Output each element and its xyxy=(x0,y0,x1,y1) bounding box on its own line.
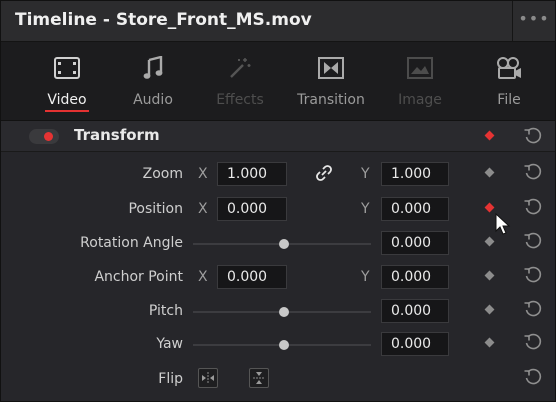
tab-label: Audio xyxy=(133,92,173,108)
pitch-slider[interactable] xyxy=(193,307,371,317)
rotation-slider[interactable] xyxy=(193,239,371,249)
param-label: Zoom xyxy=(142,166,183,182)
image-icon xyxy=(374,54,466,82)
flip-vertical-button[interactable] xyxy=(249,368,269,388)
param-row-anchor-point: Anchor Point X 0.000 Y 0.000 xyxy=(1,261,555,295)
x-axis-label: X xyxy=(198,269,208,285)
y-axis-label: Y xyxy=(361,269,370,285)
panel-title: Timeline - Store_Front_MS.mov xyxy=(15,10,312,30)
anchor-x-field[interactable]: 0.000 xyxy=(217,265,287,289)
y-axis-label: Y xyxy=(361,201,370,217)
yaw-keyframe-button[interactable] xyxy=(484,337,495,348)
transform-section: Transform Zoom X 1.000 Y 1.000 Position … xyxy=(1,121,555,401)
tab-label: Video xyxy=(47,92,87,108)
inspector-panel: Timeline - Store_Front_MS.mov ••• Video … xyxy=(0,0,556,402)
film-icon xyxy=(21,54,113,82)
param-label: Position xyxy=(128,201,183,217)
flip-horizontal-button[interactable] xyxy=(198,368,218,388)
tab-transition[interactable]: Transition xyxy=(285,42,377,120)
title-bar: Timeline - Store_Front_MS.mov ••• xyxy=(1,1,555,42)
reset-icon[interactable] xyxy=(523,299,543,319)
pitch-keyframe-button[interactable] xyxy=(484,304,495,315)
tab-label: Effects xyxy=(216,92,264,108)
y-axis-label: Y xyxy=(361,166,370,182)
param-row-yaw: Yaw 0.000 xyxy=(1,328,555,362)
link-icon[interactable] xyxy=(314,163,334,183)
param-row-pitch: Pitch 0.000 xyxy=(1,295,555,329)
x-axis-label: X xyxy=(198,166,208,182)
tab-effects[interactable]: Effects xyxy=(194,42,286,120)
inspector-tabs: Video Audio Effects Transition Image Fil… xyxy=(1,42,555,121)
yaw-slider[interactable] xyxy=(193,340,371,350)
tab-image[interactable]: Image xyxy=(374,42,466,120)
pitch-field[interactable]: 0.000 xyxy=(381,299,449,323)
x-axis-label: X xyxy=(198,201,208,217)
section-keyframe-button[interactable] xyxy=(484,130,495,141)
slider-thumb[interactable] xyxy=(279,307,289,317)
film-reel-icon xyxy=(463,54,555,82)
param-label: Pitch xyxy=(148,303,183,319)
tab-label: Transition xyxy=(297,92,365,108)
rotation-keyframe-button[interactable] xyxy=(484,236,495,247)
transform-enable-toggle[interactable] xyxy=(29,129,59,144)
reset-icon[interactable] xyxy=(523,367,543,387)
music-note-icon xyxy=(107,54,199,82)
tab-video[interactable]: Video xyxy=(21,42,113,120)
reset-icon[interactable] xyxy=(523,197,543,217)
magic-wand-icon xyxy=(194,54,286,82)
anchor-keyframe-button[interactable] xyxy=(484,270,495,281)
param-row-flip: Flip xyxy=(1,363,555,397)
active-tab-indicator xyxy=(45,110,89,112)
tab-audio[interactable]: Audio xyxy=(107,42,199,120)
position-y-field[interactable]: 0.000 xyxy=(381,197,449,221)
zoom-x-field[interactable]: 1.000 xyxy=(217,162,287,186)
tab-label: File xyxy=(497,92,521,108)
param-row-rotation-angle: Rotation Angle 0.000 xyxy=(1,227,555,261)
reset-icon[interactable] xyxy=(523,162,543,182)
mouse-cursor-icon xyxy=(495,212,511,237)
param-label: Flip xyxy=(158,371,183,387)
param-label: Rotation Angle xyxy=(80,235,183,251)
reset-icon[interactable] xyxy=(523,126,543,146)
ellipsis-icon[interactable]: ••• xyxy=(512,1,555,41)
zoom-y-field[interactable]: 1.000 xyxy=(381,162,449,186)
reset-icon[interactable] xyxy=(523,265,543,285)
rotation-field[interactable]: 0.000 xyxy=(381,231,449,255)
zoom-keyframe-button[interactable] xyxy=(484,167,495,178)
param-label: Anchor Point xyxy=(94,269,183,285)
position-keyframe-button[interactable] xyxy=(484,202,495,213)
transition-icon xyxy=(285,54,377,82)
yaw-field[interactable]: 0.000 xyxy=(381,332,449,356)
toggle-knob xyxy=(44,132,53,141)
section-title: Transform xyxy=(74,126,160,144)
anchor-y-field[interactable]: 0.000 xyxy=(381,265,449,289)
position-x-field[interactable]: 0.000 xyxy=(217,197,287,221)
param-row-position: Position X 0.000 Y 0.000 xyxy=(1,193,555,227)
tab-label: Image xyxy=(398,92,442,108)
param-label: Yaw xyxy=(156,336,183,352)
param-row-zoom: Zoom X 1.000 Y 1.000 xyxy=(1,158,555,192)
reset-icon[interactable] xyxy=(523,231,543,251)
slider-thumb[interactable] xyxy=(279,239,289,249)
slider-thumb[interactable] xyxy=(279,340,289,350)
tab-file[interactable]: File xyxy=(463,42,555,120)
reset-icon[interactable] xyxy=(523,332,543,352)
section-header: Transform xyxy=(1,121,555,152)
